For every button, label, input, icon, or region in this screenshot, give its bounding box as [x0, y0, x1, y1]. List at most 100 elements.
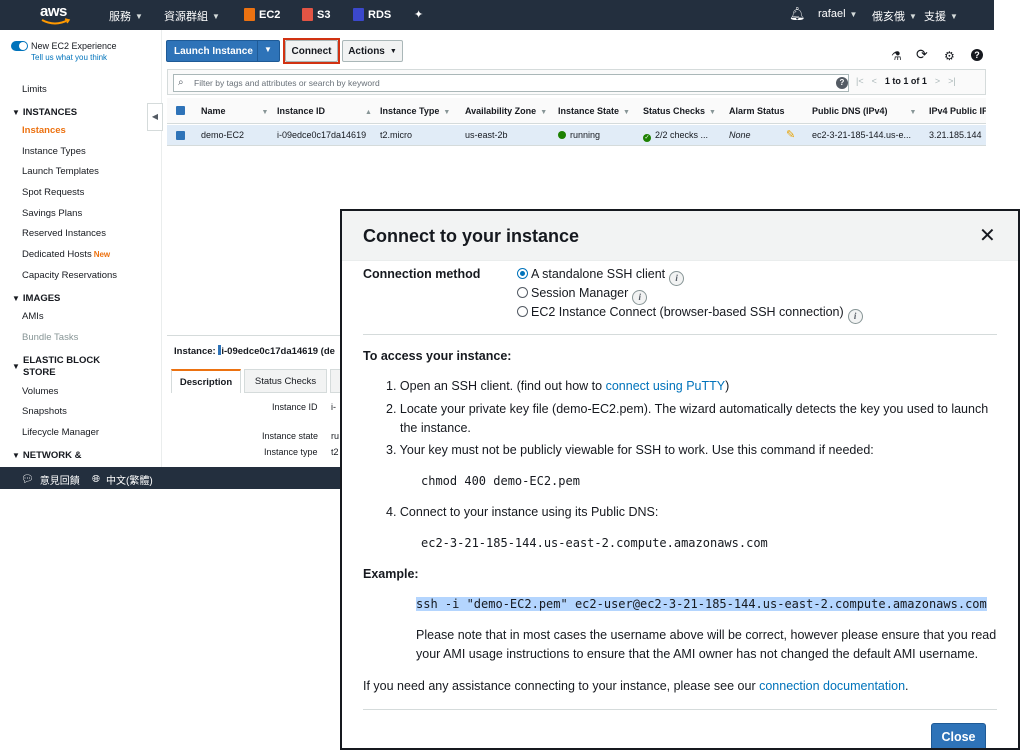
chevron-left-icon: ◀ [151, 112, 159, 121]
services-menu[interactable]: 服務 ▼ [109, 8, 143, 24]
tab-label: Status Checks [254, 375, 317, 387]
feedback-link[interactable]: 💬︎ 意見回饋 [21, 472, 80, 487]
flask-icon[interactable]: ⚗ [891, 49, 902, 63]
search-help-icon[interactable]: ? [836, 77, 848, 89]
tab-description[interactable]: Description [171, 369, 241, 393]
chevron-down-icon: ▼ [389, 47, 397, 55]
sidebar-section-instances[interactable]: ▼ INSTANCES [12, 107, 77, 119]
sort-icon: ▲ [365, 109, 372, 116]
select-all-checkbox[interactable] [176, 106, 185, 115]
gear-icon[interactable]: ⚙ [944, 49, 955, 63]
chat-bubble-icon: 💬︎ [21, 474, 34, 485]
cell-instance-state: running [558, 130, 600, 140]
sidebar-section-images[interactable]: ▼ IMAGES [12, 293, 60, 305]
column-header-alarm-status[interactable]: Alarm Status [729, 106, 785, 116]
running-status-icon [558, 131, 566, 139]
sidebar-section-network[interactable]: ▼ NETWORK & [12, 450, 82, 462]
pagination: |< < 1 to 1 of 1 > >| [856, 76, 956, 86]
resource-groups-menu[interactable]: 資源群組 ▼ [164, 8, 220, 24]
bell-icon[interactable]: 🔔︎ [789, 6, 806, 22]
assistance-text: If you need any assistance connecting to… [363, 679, 909, 693]
rds-label: RDS [368, 8, 392, 21]
sidebar-item-capacity-reservations[interactable]: Capacity Reservations [22, 270, 117, 281]
prev-page-icon[interactable]: < [872, 76, 877, 86]
connection-method-label: Connection method [363, 267, 481, 281]
s3-shortcut[interactable]: S3 [302, 8, 330, 21]
radio-ec2-instance-connect[interactable]: EC2 Instance Connect (browser-based SSH … [517, 305, 863, 324]
table-row[interactable]: demo-EC2 i-09edce0c17da14619 t2.micro us… [167, 125, 986, 146]
support-menu[interactable]: 支援 ▼ [924, 8, 958, 24]
sidebar-item-volumes[interactable]: Volumes [22, 386, 58, 397]
next-page-icon[interactable]: > [935, 76, 940, 86]
collapse-sidebar-button[interactable]: ◀ [147, 103, 163, 131]
pin-icon[interactable]: ✦ [414, 8, 423, 21]
column-header-instance-state[interactable]: Instance State ▼ [558, 106, 630, 116]
sidebar-item-dedicated-hosts[interactable]: Dedicated Hosts New [22, 249, 110, 260]
column-header-instance-type[interactable]: Instance Type ▼ [380, 106, 450, 116]
chevron-down-icon[interactable]: ▼ [264, 45, 272, 54]
column-header-name[interactable]: Name ▼ [201, 106, 268, 116]
column-header-public-dns[interactable]: Public DNS (IPv4) ▼ [812, 106, 916, 116]
user-menu[interactable]: rafael ▼ [818, 8, 857, 20]
language-selector[interactable]: 🌐︎ 中文(繁體) [92, 472, 153, 487]
radio-unselected-icon[interactable] [517, 287, 528, 298]
aws-smile-icon [41, 18, 71, 25]
putty-link[interactable]: connect using PuTTY [606, 379, 726, 393]
first-page-icon[interactable]: |< [856, 76, 864, 86]
column-header-availability-zone[interactable]: Availability Zone ▼ [465, 106, 547, 116]
sidebar-item-savings-plans[interactable]: Savings Plans [22, 208, 82, 219]
column-header-instance-id[interactable]: Instance ID ▲ [277, 106, 372, 116]
column-header-status-checks[interactable]: Status Checks ▼ [643, 106, 716, 116]
radio-label: EC2 Instance Connect (browser-based SSH … [531, 305, 844, 319]
info-icon[interactable]: i [632, 290, 648, 305]
assist-end: . [905, 679, 909, 693]
section-label: STORE [23, 367, 56, 378]
field-label-instance-state: Instance state [262, 431, 319, 441]
search-input[interactable]: ⌕ Filter by tags and attributes or searc… [173, 74, 849, 92]
info-icon[interactable]: i [847, 309, 863, 324]
sort-icon: ▼ [709, 109, 716, 116]
divider [363, 709, 997, 710]
info-icon[interactable]: i [669, 271, 685, 286]
sidebar-item-reserved-instances[interactable]: Reserved Instances [22, 228, 106, 239]
sidebar-item-limits[interactable]: Limits [22, 84, 47, 95]
tell-us-link[interactable]: Tell us what you think [31, 53, 107, 62]
chevron-down-icon: ▼ [212, 11, 220, 21]
public-dns-value: ec2-3-21-185-144.us-east-2.compute.amazo… [421, 536, 768, 550]
region-menu[interactable]: 俄亥俄 ▼ [872, 8, 917, 24]
help-icon[interactable]: ? [971, 49, 983, 61]
sidebar-item-spot-requests[interactable]: Spot Requests [22, 187, 84, 198]
rds-shortcut[interactable]: RDS [353, 8, 391, 21]
sidebar-item-amis[interactable]: AMIs [22, 311, 44, 322]
aws-logo[interactable]: aws [40, 3, 76, 27]
sidebar-item-bundle-tasks[interactable]: Bundle Tasks [22, 332, 78, 343]
row-checkbox[interactable] [176, 131, 185, 140]
close-button[interactable]: Close [931, 723, 986, 748]
section-label: ELASTIC BLOCK [23, 355, 101, 366]
close-icon[interactable]: ✕ [979, 223, 996, 248]
sidebar-item-snapshots[interactable]: Snapshots [22, 406, 67, 417]
launch-instance-button[interactable]: Launch Instance ▼ [166, 40, 280, 62]
create-alarm-icon[interactable]: ✎ [786, 128, 795, 141]
sidebar-item-instance-types[interactable]: Instance Types [22, 146, 86, 157]
connect-highlight-box [283, 38, 340, 64]
refresh-icon[interactable]: ⟳ [916, 46, 928, 63]
cell-alarm-status: None [729, 130, 751, 140]
ec2-shortcut[interactable]: EC2 [244, 8, 280, 21]
new-experience-toggle[interactable] [11, 41, 28, 51]
column-header-public-ip[interactable]: IPv4 Public IP [929, 106, 986, 116]
actions-button[interactable]: Actions ▼ [342, 40, 403, 62]
radio-selected-icon[interactable] [517, 268, 528, 279]
connection-documentation-link[interactable]: connection documentation [759, 679, 905, 693]
cell-instance-id: i-09edce0c17da14619 [277, 130, 367, 140]
username-note-line-2: your AMI usage instructions to ensure th… [416, 647, 979, 661]
sidebar-item-launch-templates[interactable]: Launch Templates [22, 166, 99, 177]
sidebar-item-lifecycle-manager[interactable]: Lifecycle Manager [22, 427, 99, 438]
radio-session-manager[interactable]: Session Manager i [517, 286, 648, 305]
last-page-icon[interactable]: >| [948, 76, 956, 86]
sidebar-item-instances[interactable]: Instances [22, 125, 66, 136]
tab-status-checks[interactable]: Status Checks [244, 369, 327, 393]
radio-standalone-ssh[interactable]: A standalone SSH client i [517, 267, 685, 286]
radio-unselected-icon[interactable] [517, 306, 528, 317]
dialog-header: Connect to your instance ✕ [342, 211, 1018, 261]
